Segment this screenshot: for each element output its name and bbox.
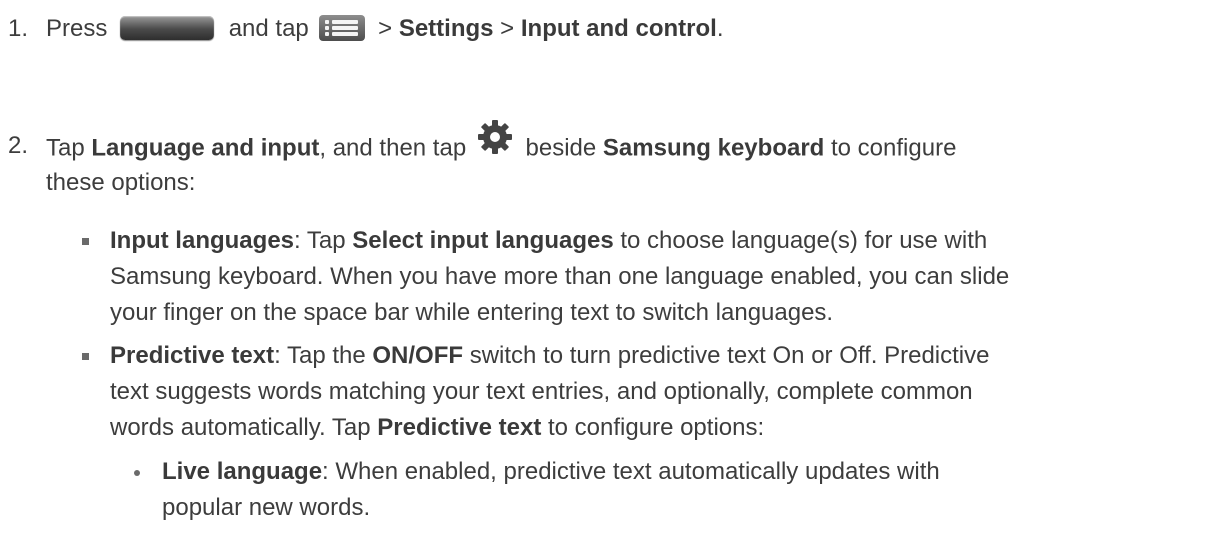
document-page: 1. Press and tap > Settings > Input and …	[0, 0, 1215, 558]
square-bullet-icon	[82, 353, 89, 360]
step-number: 2.	[8, 132, 29, 159]
settings-label: Settings	[398, 15, 494, 42]
language-input-label: Language and input	[91, 134, 320, 162]
option-text-line: your finger on the space bar while enter…	[110, 299, 834, 326]
step-2-text: Tap Language and input, and then tap bes…	[46, 120, 956, 167]
sub-option-text-line: popular new words.	[162, 494, 371, 521]
step-2-continued: these options:	[46, 169, 196, 196]
option-text-line: Samsung keyboard. When you have more tha…	[110, 263, 1010, 290]
dot-bullet-icon	[134, 470, 140, 476]
step-number: 1.	[8, 15, 29, 42]
menu-key-icon	[319, 14, 366, 41]
option-text-line: text suggests words matching your text e…	[110, 378, 973, 405]
option-input-languages: Input languages: Tap Select input langua…	[110, 227, 988, 254]
samsung-keyboard-label: Samsung keyboard	[602, 134, 825, 162]
gear-icon	[477, 120, 512, 154]
sub-option-live-language: Live language: When enabled, predictive …	[162, 458, 940, 485]
step-1-text: Press and tap > Settings > Input and con…	[46, 14, 724, 42]
home-key-icon	[120, 15, 215, 40]
input-control-label: Input and control	[520, 15, 717, 42]
square-bullet-icon	[82, 238, 89, 245]
option-predictive-text: Predictive text: Tap the ON/OFF switch t…	[110, 342, 990, 369]
option-text-line: words automatically. Tap Predictive text…	[110, 414, 765, 441]
